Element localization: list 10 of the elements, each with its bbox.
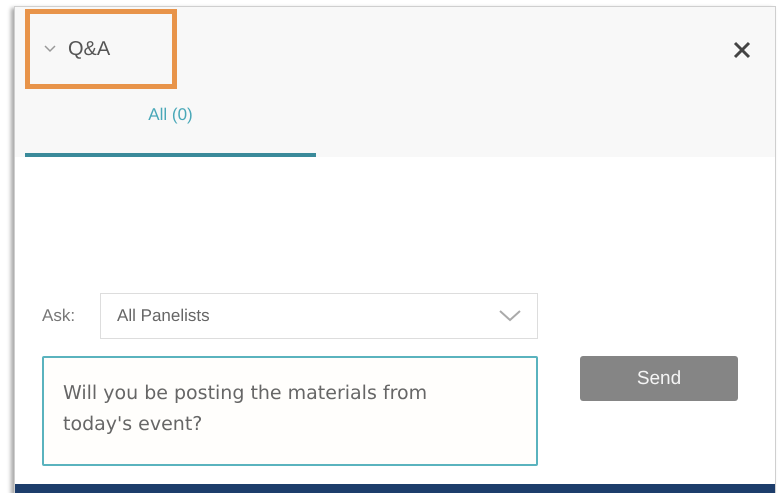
chevron-down-icon bbox=[499, 310, 521, 322]
close-button[interactable] bbox=[731, 39, 753, 61]
question-field[interactable]: Will you be posting the materials from today's event? bbox=[42, 356, 538, 466]
send-button[interactable]: Send bbox=[580, 356, 738, 401]
panel-title: Q&A bbox=[68, 38, 110, 60]
ask-label: Ask: bbox=[42, 306, 76, 326]
close-icon bbox=[731, 39, 753, 61]
dropdown-value: All Panelists bbox=[117, 306, 210, 326]
chevron-down-icon[interactable] bbox=[44, 45, 56, 53]
recipient-dropdown[interactable]: All Panelists bbox=[100, 293, 538, 339]
